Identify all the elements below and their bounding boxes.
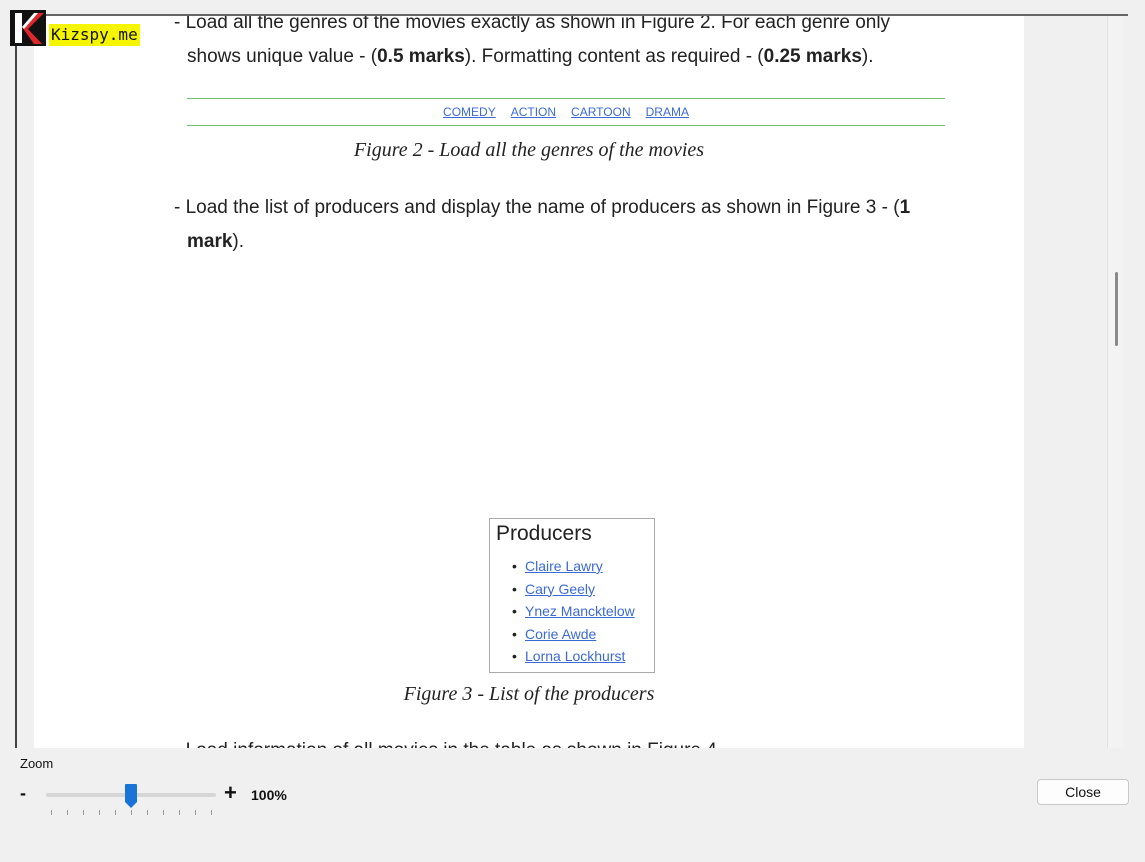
slider-tick — [67, 810, 68, 815]
genre-link-drama[interactable]: DRAMA — [646, 105, 689, 119]
figure-2-caption: Figure 2 - Load all the genres of the mo… — [353, 139, 705, 161]
slider-tick — [195, 810, 196, 815]
zoom-slider-thumb[interactable] — [124, 783, 138, 809]
marks-bold: 0.25 marks — [763, 46, 862, 67]
text: ). Formatting content as required - ( — [464, 46, 764, 67]
producer-link[interactable]: Lorna Lockhurst — [525, 648, 625, 664]
scrollbar-thumb[interactable] — [1115, 272, 1118, 346]
genre-bar: COMEDY ACTION CARTOON DRAMA — [187, 98, 945, 126]
text: ). — [861, 46, 874, 67]
paragraph-line: mark). — [174, 225, 974, 259]
document-viewer: - Load all the genres of the movies exac… — [15, 14, 1128, 748]
list-item: Corie Awde — [512, 623, 648, 646]
slider-tick — [211, 810, 212, 815]
zoom-in-button[interactable]: + — [224, 780, 237, 806]
slider-tick — [115, 810, 116, 815]
marks-bold: mark — [187, 231, 233, 252]
zoom-out-button[interactable]: - — [20, 783, 26, 804]
text: shows unique value - ( — [187, 46, 378, 67]
producers-title: Producers — [496, 522, 592, 545]
text: ). — [232, 231, 245, 252]
paragraph-producers-task: - Load the list of producers and display… — [174, 191, 974, 259]
genre-link-cartoon[interactable]: CARTOON — [571, 105, 631, 119]
paragraph-line: - Load all the genres of the movies exac… — [174, 14, 891, 33]
slider-tick — [147, 810, 148, 815]
zoom-value: 100% — [251, 787, 287, 803]
marks-bold: 1 — [899, 197, 911, 218]
producer-link[interactable]: Ynez Mancktelow — [525, 603, 635, 619]
text: - Load the list of producers and display… — [174, 197, 900, 218]
close-button[interactable]: Close — [1037, 779, 1129, 805]
list-item: Claire Lawry — [512, 555, 648, 578]
slider-tick — [179, 810, 180, 815]
vertical-scrollbar[interactable] — [1107, 16, 1123, 748]
paragraph-line: shows unique value - (0.5 marks). Format… — [174, 40, 974, 74]
genre-link-action[interactable]: ACTION — [511, 105, 556, 119]
watermark-logo: Kizspy.me — [10, 10, 140, 46]
slider-tick — [163, 810, 164, 815]
producers-list: Claire Lawry Cary Geely Ynez Mancktelow … — [496, 555, 648, 668]
producers-box: Producers Claire Lawry Cary Geely Ynez M… — [489, 518, 655, 673]
paragraph-line: - Load information of all movies in the … — [174, 740, 717, 748]
marks-bold: 0.5 marks — [377, 46, 465, 67]
slider-tick — [131, 810, 132, 815]
list-item: Lorna Lockhurst — [512, 645, 648, 668]
slider-tick — [51, 810, 52, 815]
list-item: Ynez Mancktelow — [512, 600, 648, 623]
slider-tick — [83, 810, 84, 815]
producer-link[interactable]: Cary Geely — [525, 581, 595, 597]
slider-tick — [99, 810, 100, 815]
genre-link-comedy[interactable]: COMEDY — [443, 105, 496, 119]
figure-3-caption: Figure 3 - List of the producers — [403, 683, 655, 705]
paragraph-movies-task: - Load information of all movies in the … — [174, 734, 974, 748]
paragraph-line: - Load the list of producers and display… — [174, 197, 910, 218]
list-item: Cary Geely — [512, 578, 648, 601]
paragraph-genres-task: - Load all the genres of the movies exac… — [174, 14, 974, 74]
producer-link[interactable]: Corie Awde — [525, 626, 596, 642]
k-logo-icon — [10, 10, 46, 46]
logo-text: Kizspy.me — [49, 24, 140, 46]
producer-link[interactable]: Claire Lawry — [525, 558, 603, 574]
zoom-label: Zoom — [20, 756, 54, 771]
document-page: - Load all the genres of the movies exac… — [34, 16, 1024, 748]
